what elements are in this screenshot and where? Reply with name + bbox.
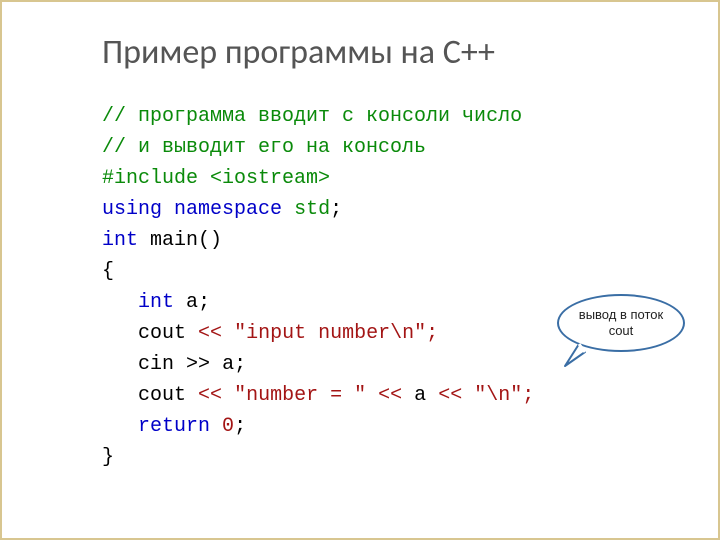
tok-op: << (198, 322, 222, 345)
tok-semi: ; (234, 415, 246, 438)
tok-keyword: return (138, 415, 210, 438)
tok-semi: ; (198, 291, 210, 314)
callout-tail-icon (563, 342, 589, 368)
tok-op: << (438, 384, 462, 407)
tok-semi: ; (426, 322, 438, 345)
tok-keyword: using (102, 198, 162, 221)
callout-bubble: вывод в поток cout (557, 294, 685, 352)
callout-text-line2: cout (609, 323, 634, 339)
tok-number: 0 (222, 415, 234, 438)
code-line: cout << "number = " << a << "\n"; (102, 380, 668, 411)
tok-header: <iostream> (210, 167, 330, 190)
tok-keyword: int (138, 291, 174, 314)
tok-op: << (198, 384, 222, 407)
tok-ident: a (186, 291, 198, 314)
tok-preproc: #include (102, 167, 198, 190)
tok-string: "number = " (234, 384, 366, 407)
tok-string: "input number\n" (234, 322, 426, 345)
tok-brace: } (102, 446, 114, 469)
comment-text: // программа вводит с консоли число (102, 105, 522, 128)
comment-text: // и выводит его на консоль (102, 136, 426, 159)
tok-ident: cout (138, 322, 186, 345)
code-listing: // программа вводит с консоли число // и… (102, 101, 668, 473)
code-line: using namespace std; (102, 194, 668, 225)
tok-semi: ; (330, 198, 342, 221)
code-line: #include <iostream> (102, 163, 668, 194)
code-line: // и выводит его на консоль (102, 132, 668, 163)
tok-ident: cout (138, 384, 186, 407)
code-line: int main() (102, 225, 668, 256)
tok-semi: ; (522, 384, 534, 407)
tok-ident: a (222, 353, 234, 376)
tok-ident: cin (138, 353, 174, 376)
tok-brace: { (102, 260, 114, 283)
code-line: { (102, 256, 668, 287)
callout-text-line1: вывод в поток (579, 307, 663, 323)
tok-op: >> (186, 353, 210, 376)
slide-title: Пример программы на С++ (102, 32, 668, 73)
tok-ident: a (414, 384, 426, 407)
tok-semi: ; (234, 353, 246, 376)
tok-funcname: main() (150, 229, 222, 252)
tok-keyword: int (102, 229, 138, 252)
tok-ident: std (294, 198, 330, 221)
tok-op: << (378, 384, 402, 407)
code-line: // программа вводит с консоли число (102, 101, 668, 132)
code-line: } (102, 442, 668, 473)
tok-string: "\n" (474, 384, 522, 407)
tok-keyword: namespace (174, 198, 282, 221)
code-line: return 0; (102, 411, 668, 442)
